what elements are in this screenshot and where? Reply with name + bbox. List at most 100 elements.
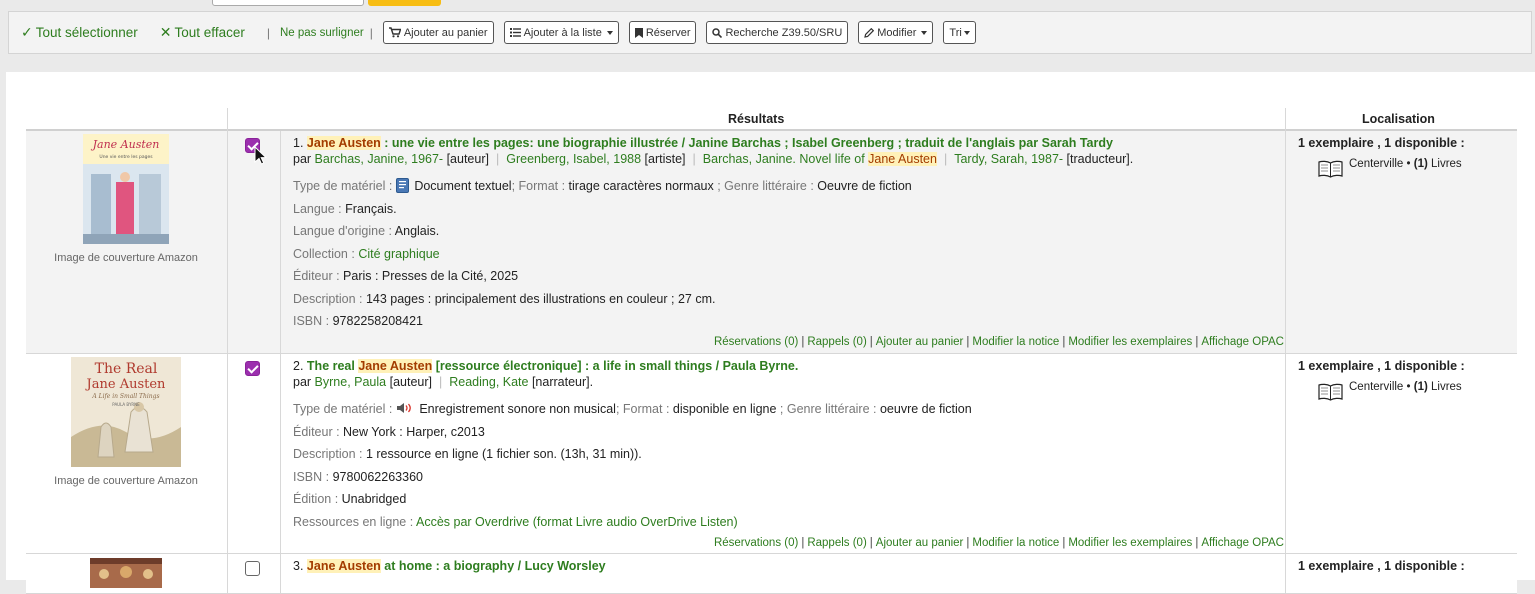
edit-record-link[interactable]: Modifier la notice [972,537,1059,549]
select-all-link[interactable]: ✓ Tout sélectionner [21,24,138,41]
open-book-icon [1318,383,1343,401]
select-record-checkbox[interactable] [245,561,260,576]
search-input[interactable] [212,0,364,6]
reserve-button[interactable]: Réserver [628,21,697,44]
search-submit-button[interactable] [368,0,441,6]
clear-all-link[interactable]: ✕ Tout effacer [160,24,245,41]
online-resource-link[interactable]: Accès par Overdrive (format Livre audio … [416,515,738,529]
modify-dropdown-button[interactable]: Modifier [858,21,934,44]
svg-text:Jane Austen: Jane Austen [85,377,167,392]
results-toolbar: ✓ Tout sélectionner ✕ Tout effacer | Ne … [8,11,1532,54]
language-line: Langue : Français. [293,201,397,216]
select-record-checkbox[interactable] [245,361,260,376]
table-row: Jane Austen Une vie entre les pages Imag… [26,131,1517,354]
document-icon [395,178,409,193]
svg-text:A Life in Small Things: A Life in Small Things [91,393,159,400]
publisher-line: Éditeur : New York : Harper, c2013 [293,424,485,439]
record-title-link[interactable]: 3. Jane Austen at home : a biography / L… [293,559,1293,573]
add-to-cart-link[interactable]: Ajouter au panier [876,537,964,549]
holds-link[interactable]: Réservations (0) [714,537,798,549]
collection-line: Collection : Cité graphique [293,246,440,261]
svg-text:Jane Austen: Jane Austen [91,138,160,151]
bookmark-icon [634,27,643,38]
record-actions: Réservations (0) | Rappels (0) | Ajouter au … [713,336,1284,348]
online-resources-line: Ressources en ligne : Accès par Overdriv… [293,514,738,529]
record-actions: Réservations (0) | Rappels (0) | Ajouter au … [713,537,1284,549]
author-link[interactable]: Tardy, Sarah, 1987- [954,152,1063,166]
add-to-cart-button[interactable]: Ajouter au panier [382,21,494,44]
record-title-link[interactable]: 1. Jane Austen : une vie entre les pages… [293,136,1293,150]
chevron-down-icon [963,30,970,35]
cover-caption: Image de couverture Amazon [54,252,198,264]
publisher-line: Éditeur : Paris : Presses de la Cité, 20… [293,269,519,283]
record-location: 1 exemplaire , 1 disponible : Centervill… [1298,136,1508,178]
opac-view-link[interactable]: Affichage OPAC [1201,537,1284,549]
original-language-line: Langue d'origine : Anglais. [293,224,440,238]
author-link[interactable]: Greenberg, Isabel, 1988 [506,152,641,166]
record-details: 3. Jane Austen at home : a biography / L… [293,559,1293,573]
collection-link[interactable]: Cité graphique [358,247,439,261]
svg-text:The Real: The Real [95,361,158,377]
material-type-line: Type de matériel : Enregistrement sonore… [293,402,972,416]
speaker-icon [396,403,411,413]
record-authors: par Barchas, Janine, 1967- [auteur] | Gree… [293,152,1134,166]
toolbar-separator: | [369,25,373,40]
table-row: The Real Jane Austen A Life in Small Thi… [26,354,1517,554]
record-location: 1 exemplaire , 1 disponible : Centervill… [1298,359,1508,401]
mouse-cursor-icon [254,146,267,165]
edition-line: Édition : Unabridged [293,492,407,506]
add-to-cart-link[interactable]: Ajouter au panier [876,336,964,348]
list-icon [509,28,521,37]
open-book-icon [1318,160,1343,178]
opac-view-link[interactable]: Affichage OPAC [1201,336,1284,348]
cover-image-2[interactable]: The Real Jane Austen A Life in Small Thi… [26,357,226,487]
cart-icon [388,27,401,38]
table-row: 3. Jane Austen at home : a biography / L… [26,554,1517,594]
cover-caption: Image de couverture Amazon [54,475,198,487]
svg-text:PAULA BYRNE: PAULA BYRNE [112,402,140,407]
sort-dropdown-button[interactable]: Tri [943,21,976,44]
pencil-icon [864,27,875,38]
recalls-link[interactable]: Rappels (0) [807,537,866,549]
isbn-line: ISBN : 9780062263360 [293,469,423,484]
results-panel: Résultats Localisation Jane Austen Une v… [6,72,1535,594]
svg-text:Une vie entre les pages: Une vie entre les pages [99,154,153,160]
add-to-list-button[interactable]: Ajouter à la liste [503,21,619,44]
chevron-down-icon [606,30,613,35]
related-work-link[interactable]: Barchas, Janine. Novel life of Jane Aust… [703,152,937,166]
isbn-line: ISBN : 9782258208421 [293,314,423,328]
z3950-search-button[interactable]: Recherche Z39.50/SRU [706,21,849,44]
book-cover-image: The Real Jane Austen A Life in Small Thi… [71,357,181,467]
record-authors: par Byrne, Paula [auteur] | Reading, Kate … [293,375,594,389]
book-cover-image [90,558,162,588]
check-icon: ✓ [21,24,33,40]
author-link[interactable]: Reading, Kate [449,375,528,389]
location-item: Centerville • (1) Livres [1318,381,1508,401]
holds-link[interactable]: Réservations (0) [714,336,798,348]
author-link[interactable]: Byrne, Paula [315,375,387,389]
toolbar-separator: | [266,25,270,40]
edit-items-link[interactable]: Modifier les exemplaires [1068,336,1192,348]
recalls-link[interactable]: Rappels (0) [807,336,866,348]
description-line: Description : 143 pages : principalement… [293,291,716,306]
results-table-header: Résultats Localisation [26,108,1517,131]
column-header-results: Résultats [728,112,785,126]
search-icon [712,27,723,38]
edit-record-link[interactable]: Modifier la notice [972,336,1059,348]
location-item: Centerville • (1) Livres [1318,158,1508,178]
cover-image-3[interactable] [26,558,226,588]
no-highlight-link[interactable]: Ne pas surligner [280,27,364,39]
times-icon: ✕ [159,24,172,40]
author-link[interactable]: Barchas, Janine, 1967- [315,152,444,166]
record-title-link[interactable]: 2. The real Jane Austen [ressource élect… [293,359,1293,373]
record-details: 2. The real Jane Austen [ressource élect… [293,359,1293,533]
record-location: 1 exemplaire , 1 disponible : [1298,559,1465,573]
edit-items-link[interactable]: Modifier les exemplaires [1068,537,1192,549]
record-details: 1. Jane Austen : une vie entre les pages… [293,136,1293,333]
column-header-location: Localisation [1362,112,1435,126]
cover-image-1[interactable]: Jane Austen Une vie entre les pages Imag… [26,134,226,264]
chevron-down-icon [921,30,928,35]
material-type-line: Type de matériel : Document textuel; For… [293,178,912,193]
book-cover-image: Jane Austen Une vie entre les pages [83,134,169,244]
description-line: Description : 1 ressource en ligne (1 fi… [293,447,642,461]
